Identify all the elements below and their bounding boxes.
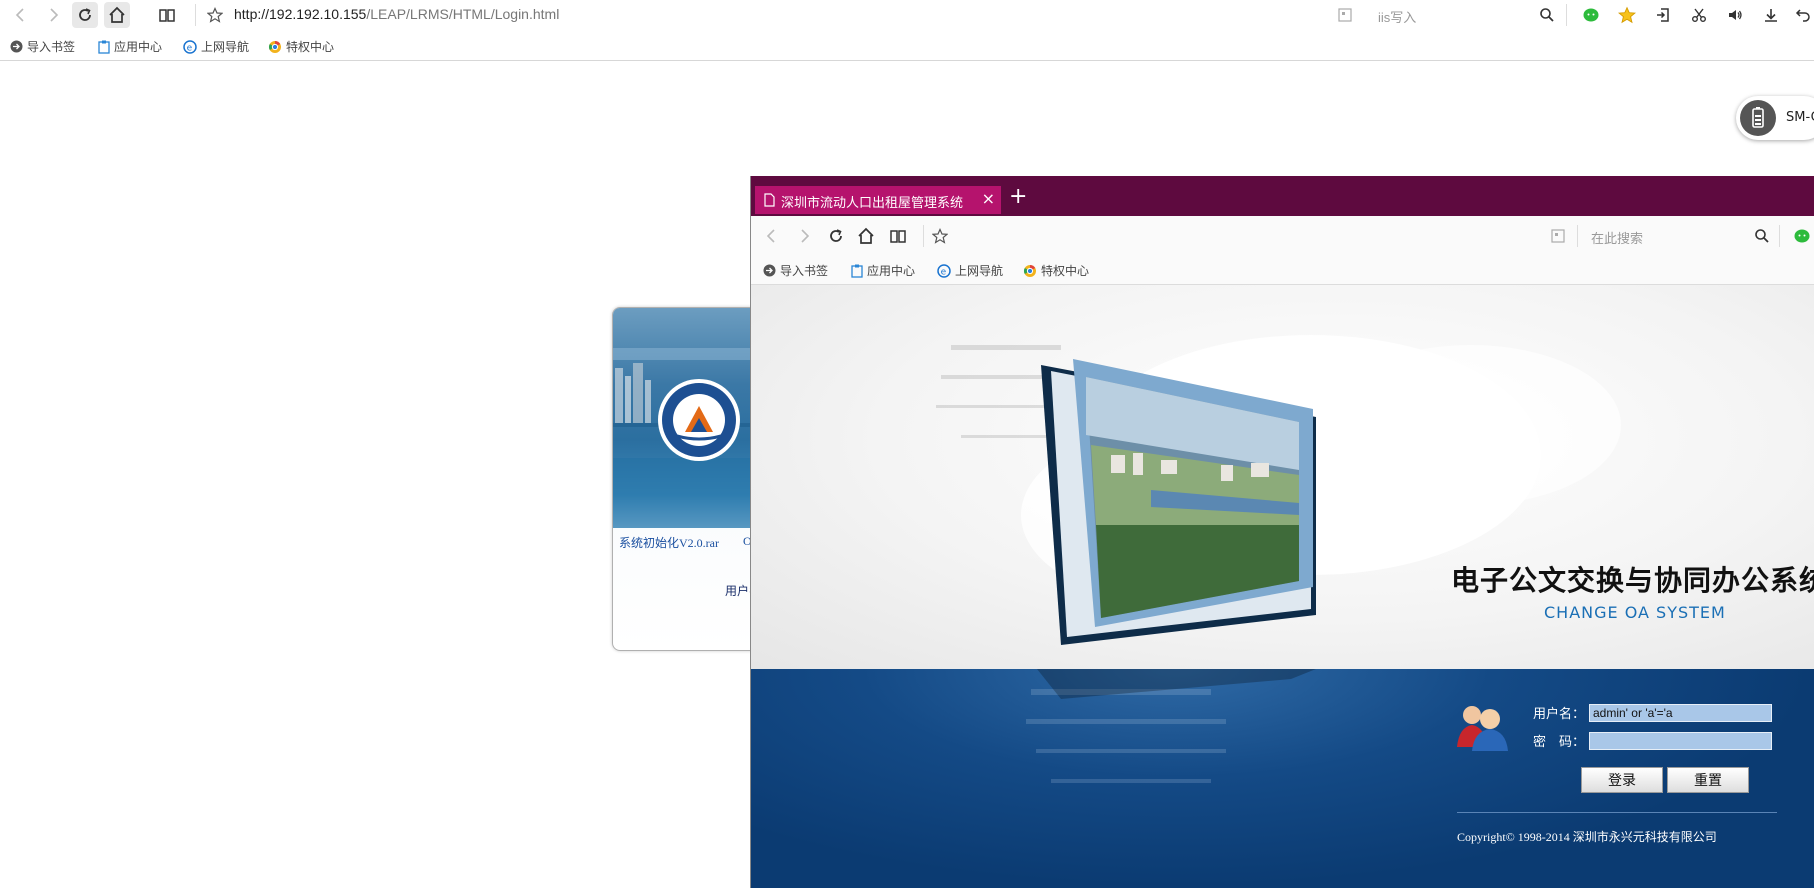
favorite-star-icon[interactable] xyxy=(202,2,228,28)
search-icon[interactable] xyxy=(1534,2,1560,28)
page-document-icon xyxy=(764,193,775,207)
ie-e-icon: e xyxy=(937,263,951,278)
reload-icon[interactable] xyxy=(72,2,98,28)
qr-code-icon[interactable] xyxy=(1545,223,1571,249)
toolbar-divider xyxy=(195,4,196,26)
inner-bookmark-bar: 导入书签 应用中心 e 上网导航 特权中心 xyxy=(751,256,1814,285)
reset-button[interactable]: 重置 xyxy=(1667,767,1749,793)
toolbar-divider xyxy=(923,225,924,247)
bookmark-import[interactable]: 导入书签 xyxy=(10,38,75,55)
reading-mode-icon[interactable] xyxy=(154,2,180,28)
login-button[interactable]: 登录 xyxy=(1581,767,1663,793)
svg-text:e: e xyxy=(187,43,193,53)
login-exit-icon[interactable] xyxy=(1650,2,1676,28)
bookmark-app-center[interactable]: 应用中心 xyxy=(98,38,162,55)
bookmark-label: 上网导航 xyxy=(201,40,250,54)
bookmark-label: 应用中心 xyxy=(114,40,163,54)
bookmark-label: 导入书签 xyxy=(27,40,76,54)
old-download-link[interactable]: 系统初始化V2.0.rar xyxy=(619,534,719,551)
svg-text:e: e xyxy=(941,267,947,277)
bookmark-privilege[interactable]: 特权中心 xyxy=(1023,262,1089,279)
address-bar[interactable]: http://192.192.10.155/LEAP/LRMS/HTML/Log… xyxy=(234,6,559,22)
reload-icon[interactable] xyxy=(823,223,849,249)
clipboard-icon xyxy=(851,264,863,278)
inner-toolbar: 在此搜索 xyxy=(751,216,1814,257)
device-label: SM-G xyxy=(1786,110,1814,125)
inner-tab-bar: 深圳市流动人口出租屋管理系统 × + xyxy=(751,176,1814,216)
forward-icon[interactable] xyxy=(791,223,817,249)
import-arrow-icon xyxy=(763,264,776,277)
bookmark-web-nav[interactable]: e 上网导航 xyxy=(937,262,1003,279)
system-subtitle: CHANGE OA SYSTEM xyxy=(1544,603,1726,622)
ie-e-icon: e xyxy=(183,39,197,54)
password-label: 密 码： xyxy=(1533,734,1586,749)
home-icon[interactable] xyxy=(853,223,879,249)
username-input[interactable]: admin' or 'a'='a xyxy=(1589,704,1772,722)
tab-close-icon[interactable]: × xyxy=(982,189,995,208)
bookmark-privilege[interactable]: 特权中心 xyxy=(268,38,334,55)
inner-browser-window: 深圳市流动人口出租屋管理系统 × + 在此搜索 导入书签 应用中心 e 上网导航… xyxy=(750,176,1814,888)
bookmark-web-nav[interactable]: e 上网导航 xyxy=(183,38,249,55)
toolbar-divider xyxy=(1779,225,1780,247)
screenshot-scissors-icon[interactable] xyxy=(1686,2,1712,28)
chrome-color-icon xyxy=(1023,264,1037,278)
bookmark-label: 导入书签 xyxy=(780,264,829,278)
back-icon[interactable] xyxy=(759,223,785,249)
forward-icon[interactable] xyxy=(40,2,66,28)
chrome-color-icon xyxy=(268,40,282,54)
bookmark-label: 特权中心 xyxy=(1041,264,1090,278)
login-hero-background: 电子公文交换与协同办公系统 CHANGE OA SYSTEM xyxy=(751,285,1814,669)
bookmark-label: 特权中心 xyxy=(286,40,335,54)
inner-active-tab[interactable]: 深圳市流动人口出租屋管理系统 × xyxy=(755,186,1001,214)
copyright-text: Copyright© 1998-2014 深圳市永兴元科技有限公司 xyxy=(1457,830,1717,844)
toolbar-divider xyxy=(1566,4,1567,26)
username-label: 用户名： xyxy=(1533,706,1586,721)
download-icon[interactable] xyxy=(1758,2,1784,28)
home-icon[interactable] xyxy=(104,2,130,28)
footer-divider xyxy=(1457,812,1777,813)
favorite-star-icon[interactable] xyxy=(927,223,953,249)
volume-icon[interactable] xyxy=(1722,2,1748,28)
search-input[interactable]: 在此搜索 xyxy=(1591,228,1643,247)
reading-mode-icon[interactable] xyxy=(885,223,911,249)
city-banner-image xyxy=(613,308,773,528)
back-icon[interactable] xyxy=(8,2,34,28)
oa-login-page: 电子公文交换与协同办公系统 CHANGE OA SYSTEM 用户名： admi… xyxy=(751,285,1814,888)
clipboard-icon xyxy=(98,40,110,54)
qr-code-icon[interactable] xyxy=(1332,2,1358,28)
outer-browser-toolbar: http://192.192.10.155/LEAP/LRMS/HTML/Log… xyxy=(0,0,1814,30)
wechat-icon[interactable] xyxy=(1578,2,1604,28)
inner-tab-title: 深圳市流动人口出租屋管理系统 xyxy=(781,195,964,210)
bookmark-app-center[interactable]: 应用中心 xyxy=(851,262,915,279)
search-icon[interactable] xyxy=(1749,223,1775,249)
users-avatar-icon xyxy=(1455,701,1511,751)
search-input[interactable]: iis写入 xyxy=(1378,7,1416,26)
new-tab-plus-icon[interactable]: + xyxy=(1009,186,1027,208)
bookmark-label: 上网导航 xyxy=(955,264,1004,278)
login-form-panel: 用户名： admin' or 'a'='a 密 码： 登录 重置 Copyrig… xyxy=(751,669,1814,888)
password-input[interactable] xyxy=(1589,732,1772,750)
import-arrow-icon xyxy=(10,40,23,53)
bookmark-label: 应用中心 xyxy=(867,264,916,278)
bookmark-import[interactable]: 导入书签 xyxy=(763,262,828,279)
connected-device-pill[interactable]: SM-G xyxy=(1736,96,1814,140)
toolbar-divider xyxy=(1577,225,1578,247)
binary-stream-graphic xyxy=(1026,669,1316,783)
phone-battery-icon xyxy=(1740,100,1776,136)
wechat-icon[interactable] xyxy=(1789,223,1814,249)
emblem-seal xyxy=(658,379,740,461)
system-title: 电子公文交换与协同办公系统 xyxy=(1451,564,1814,597)
collection-star-icon[interactable] xyxy=(1614,2,1640,28)
undo-icon[interactable] xyxy=(1790,2,1814,28)
url-host: http://192.192.10.155 xyxy=(234,6,367,22)
outer-bookmark-bar: 导入书签 应用中心 e 上网导航 特权中心 xyxy=(0,32,1814,61)
url-path: /LEAP/LRMS/HTML/Login.html xyxy=(366,6,560,22)
